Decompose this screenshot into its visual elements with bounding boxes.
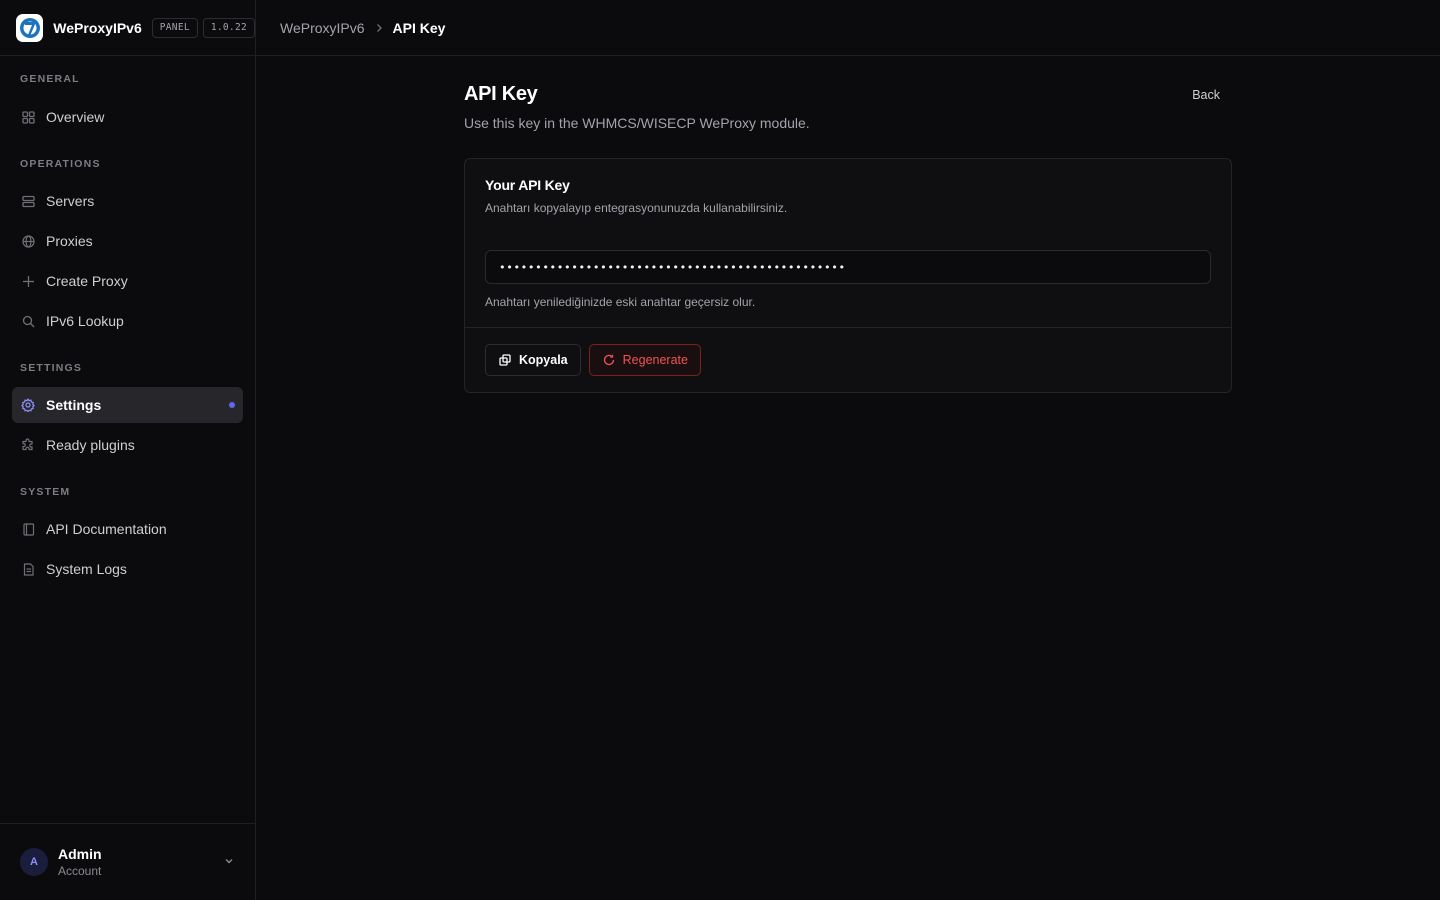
gear-icon [20,397,36,413]
book-icon [20,521,36,537]
account-name: Admin [58,846,102,862]
breadcrumb-current: API Key [392,19,446,36]
grid-icon [20,109,36,125]
globe-icon [20,233,36,249]
sidebar-item-label: API Documentation [46,521,167,537]
account-menu[interactable]: A Admin Account [0,823,255,900]
card-body: Your API Key Anahtarı kopyalayıp entegra… [465,159,1231,328]
nav-section-system: SYSTEM [20,486,71,498]
regenerate-button[interactable]: Regenerate [588,344,701,376]
account-role: Account [58,864,102,878]
avatar: A [20,848,48,876]
active-indicator-dot [229,402,235,408]
server-icon [20,193,36,209]
sidebar-item-label: Overview [46,109,105,125]
sidebar-nav: GENERAL Overview OPERATIONS Servers Prox… [0,73,255,587]
account-text: Admin Account [58,846,102,878]
top-bar: WeProxyIPv6 API Key [256,0,1440,56]
sidebar-item-label: Settings [46,397,102,413]
sidebar-item-create-proxy[interactable]: Create Proxy [12,263,243,299]
version-badge: 1.0.22 [202,17,255,38]
refresh-icon [603,354,615,366]
main-content: API Key Use this key in the WHMCS/WISECP… [464,80,1232,393]
sidebar-item-label: System Logs [46,561,127,577]
page-title: API Key [464,83,538,105]
sidebar-item-api-documentation[interactable]: API Documentation [12,511,243,547]
chevron-down-icon [223,854,235,872]
regenerate-hint: Anahtarı yenilediğinizde eski anahtar ge… [485,295,756,309]
back-button[interactable]: Back [1192,88,1220,102]
chevron-right-icon [373,22,385,34]
card-description: Anahtarı kopyalayıp entegrasyonunuzda ku… [485,201,788,215]
panel-badge: PANEL [151,17,198,38]
copy-icon [499,354,511,366]
app-logo[interactable] [16,13,44,42]
sidebar-item-servers[interactable]: Servers [12,183,243,219]
brand-name: WeProxyIPv6 [53,19,142,36]
brand-header: WeProxyIPv6 PANEL 1.0.22 [0,0,255,56]
sidebar-item-label: IPv6 Lookup [46,313,124,329]
search-icon [20,313,36,329]
copy-button[interactable]: Kopyala [485,344,581,376]
file-text-icon [20,561,36,577]
plus-icon [20,273,36,289]
nav-section-operations: OPERATIONS [20,158,101,170]
nav-section-settings: SETTINGS [20,362,83,374]
logo-mark-icon [19,17,40,38]
breadcrumb-root[interactable]: WeProxyIPv6 [280,20,365,36]
nav-section-general: GENERAL [20,73,80,85]
sidebar-item-system-logs[interactable]: System Logs [12,551,243,587]
sidebar-item-ready-plugins[interactable]: Ready plugins [12,427,243,463]
puzzle-icon [20,437,36,453]
copy-button-label: Kopyala [519,353,568,367]
sidebar-item-overview[interactable]: Overview [12,99,243,135]
sidebar: WeProxyIPv6 PANEL 1.0.22 GENERAL Overvie… [0,0,256,900]
sidebar-item-ipv6-lookup[interactable]: IPv6 Lookup [12,303,243,339]
regenerate-button-label: Regenerate [622,353,688,367]
sidebar-item-label: Proxies [46,233,93,249]
card-footer: Kopyala Regenerate [465,328,1231,392]
page-subtitle: Use this key in the WHMCS/WISECP WeProxy… [464,115,810,131]
sidebar-item-label: Ready plugins [46,437,135,453]
api-key-card: Your API Key Anahtarı kopyalayıp entegra… [464,158,1232,393]
sidebar-item-settings[interactable]: Settings [12,387,243,423]
card-title: Your API Key [485,177,570,193]
sidebar-item-label: Servers [46,193,95,209]
sidebar-item-label: Create Proxy [46,273,128,289]
api-key-field[interactable]: ••••••••••••••••••••••••••••••••••••••••… [485,250,1211,284]
sidebar-item-proxies[interactable]: Proxies [12,223,243,259]
